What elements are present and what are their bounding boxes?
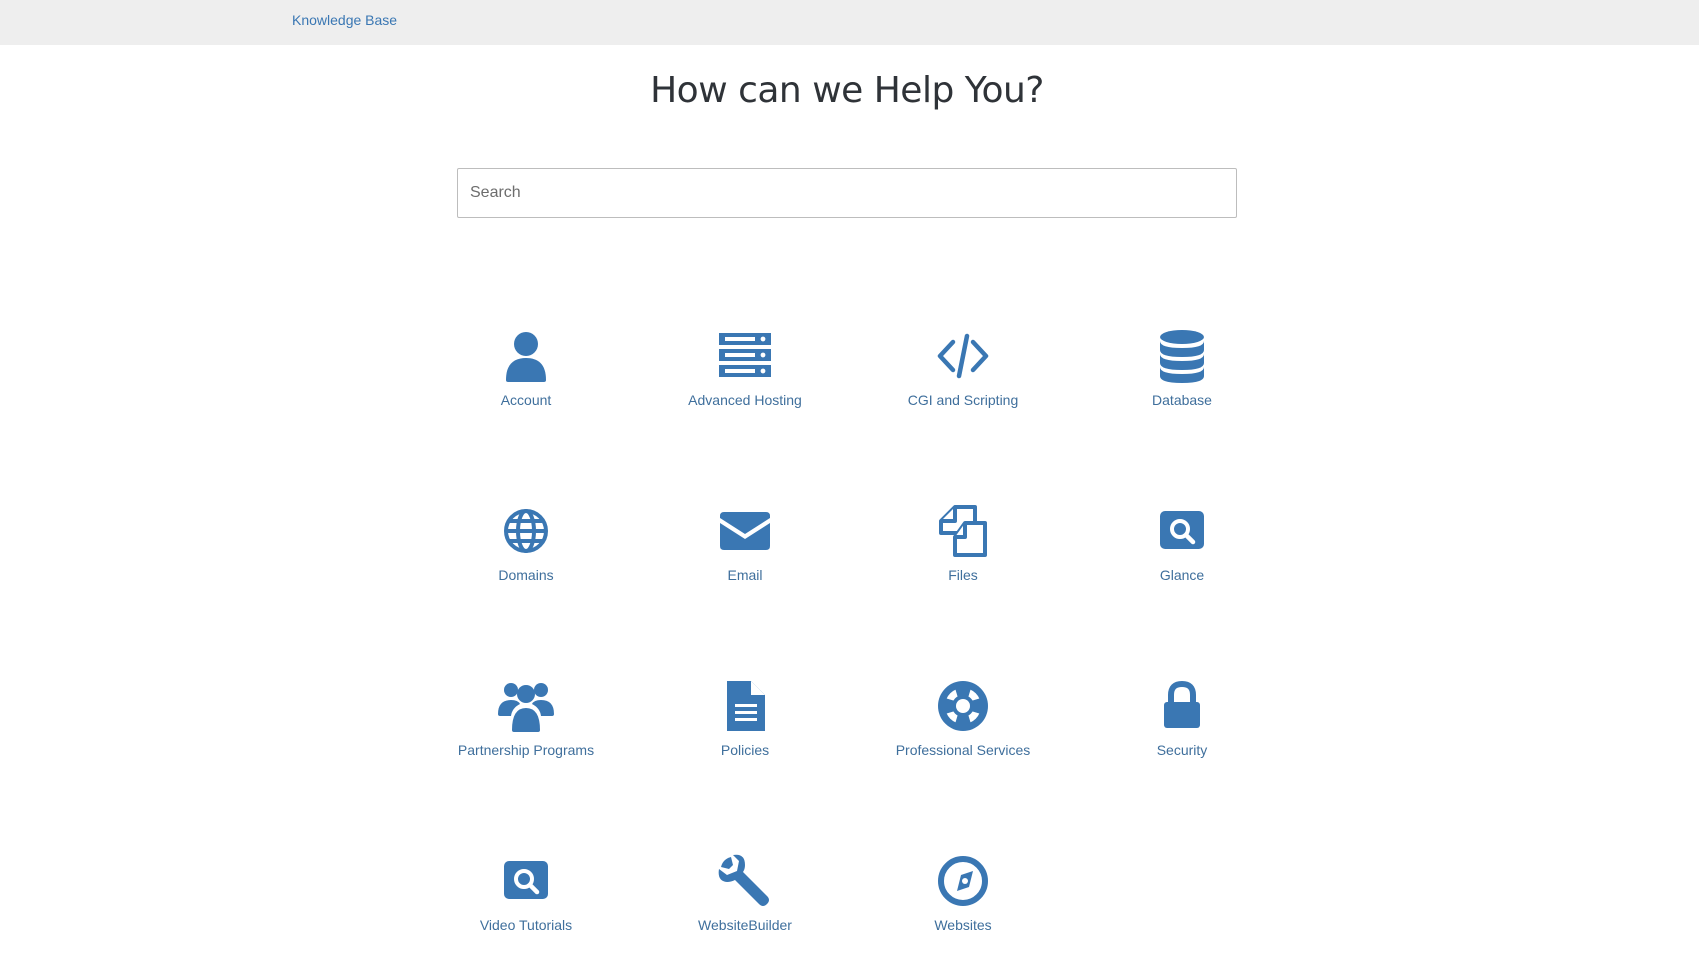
category-label: Partnership Programs — [457, 742, 595, 758]
category-label: Websites — [934, 917, 992, 933]
search-square-icon — [1154, 503, 1210, 559]
document-icon — [717, 678, 773, 734]
category-label: Professional Services — [895, 742, 1031, 758]
category-glance[interactable]: Glance — [1082, 503, 1282, 613]
category-label: WebsiteBuilder — [698, 917, 792, 933]
category-label: Database — [1152, 392, 1212, 408]
category-email[interactable]: Email — [645, 503, 845, 613]
category-policies[interactable]: Policies — [645, 678, 845, 788]
globe-icon — [498, 503, 554, 559]
search-input[interactable] — [457, 168, 1237, 218]
search-square-icon — [498, 853, 554, 909]
life-ring-icon — [935, 678, 991, 734]
category-label: Email — [727, 567, 763, 583]
users-icon — [498, 678, 554, 734]
database-icon — [1154, 328, 1210, 384]
server-icon — [717, 328, 773, 384]
category-files[interactable]: Files — [863, 503, 1063, 613]
envelope-icon — [717, 503, 773, 559]
category-label: Security — [1156, 742, 1208, 758]
category-label: CGI and Scripting — [907, 392, 1019, 408]
page-title: How can we Help You? — [650, 70, 1044, 111]
lock-icon — [1154, 678, 1210, 734]
category-label: Policies — [720, 742, 770, 758]
breadcrumb-knowledge-base[interactable]: Knowledge Base — [292, 12, 397, 28]
category-account[interactable]: Account — [426, 328, 626, 438]
category-security[interactable]: Security — [1082, 678, 1282, 788]
category-label: Advanced Hosting — [688, 392, 802, 408]
code-icon — [935, 328, 991, 384]
top-bar: Knowledge Base — [0, 0, 1699, 45]
category-websites[interactable]: Websites — [863, 853, 1063, 963]
category-video-tutorials[interactable]: Video Tutorials — [426, 853, 626, 963]
category-websitebuilder[interactable]: WebsiteBuilder — [645, 853, 845, 963]
category-label: Glance — [1159, 567, 1205, 583]
category-label: Files — [948, 567, 978, 583]
category-cgi-and-scripting[interactable]: CGI and Scripting — [863, 328, 1063, 438]
category-database[interactable]: Database — [1082, 328, 1282, 438]
category-label: Domains — [498, 567, 554, 583]
category-domains[interactable]: Domains — [426, 503, 626, 613]
category-label: Account — [500, 392, 552, 408]
user-icon — [498, 328, 554, 384]
wrench-icon — [717, 853, 773, 909]
files-icon — [935, 503, 991, 559]
category-partnership-programs[interactable]: Partnership Programs — [426, 678, 626, 788]
category-professional-services[interactable]: Professional Services — [863, 678, 1063, 788]
category-label: Video Tutorials — [479, 917, 573, 933]
category-advanced-hosting[interactable]: Advanced Hosting — [645, 328, 845, 438]
compass-icon — [935, 853, 991, 909]
